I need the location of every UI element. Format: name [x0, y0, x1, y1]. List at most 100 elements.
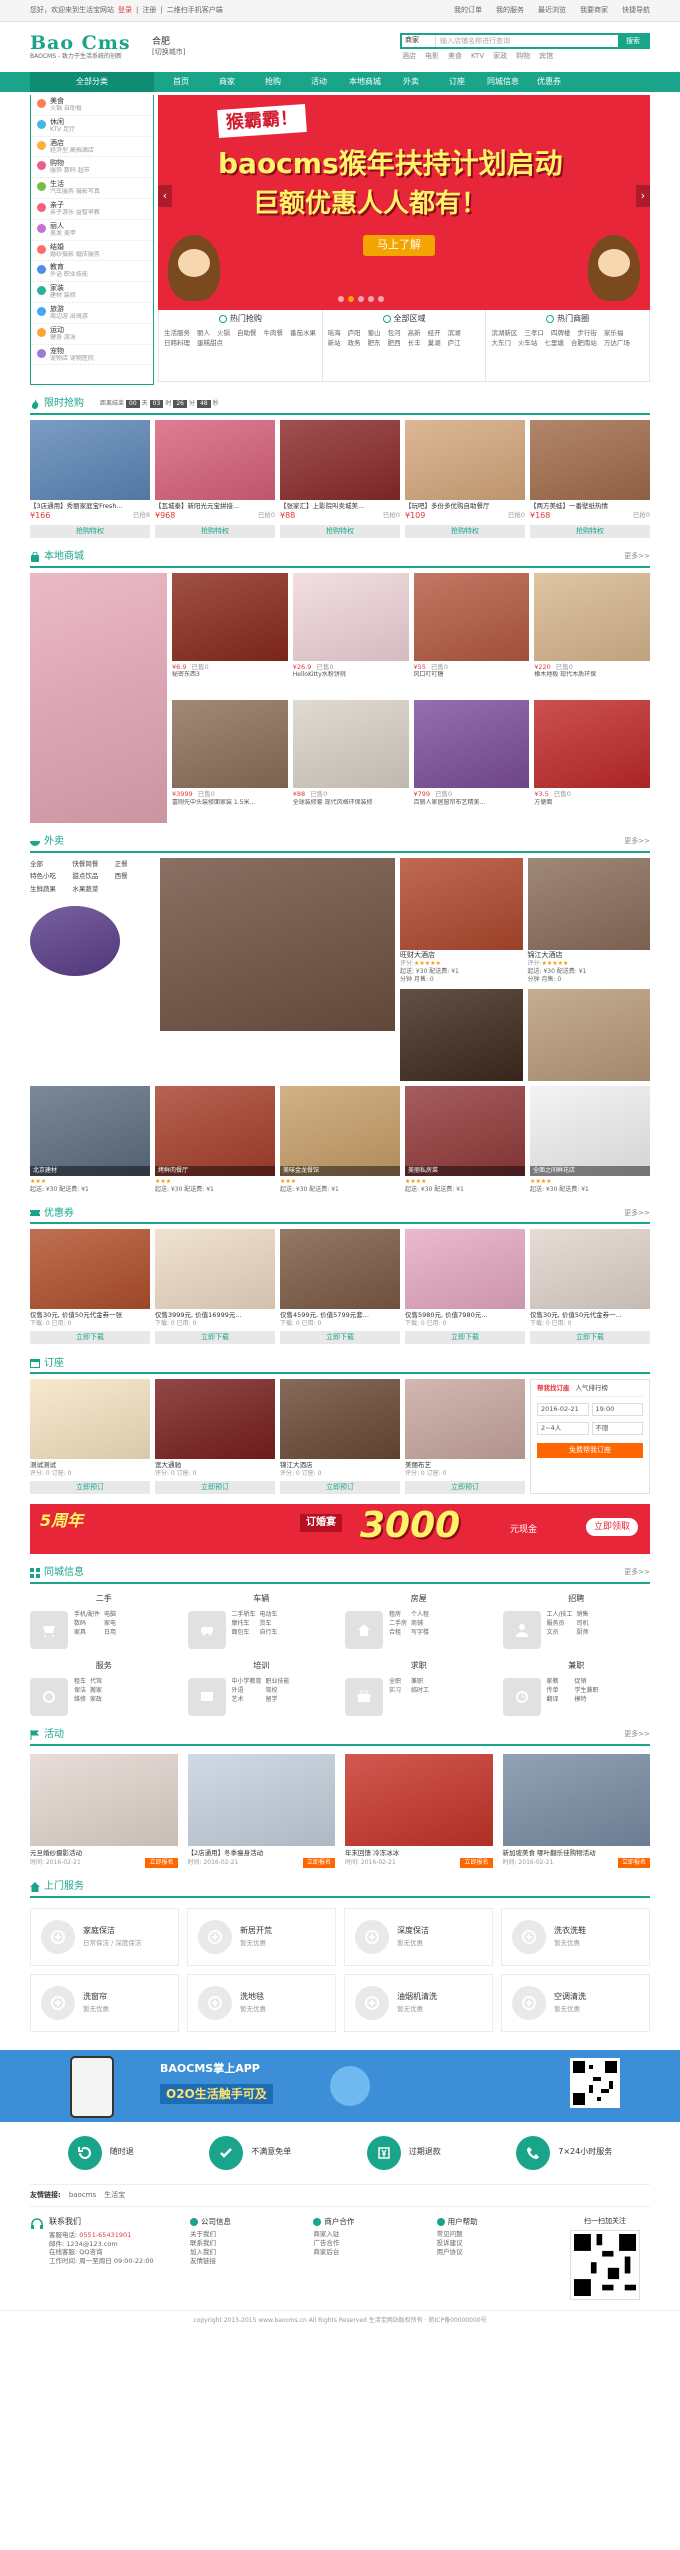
banner-dot[interactable] [358, 296, 364, 302]
classified-group-title[interactable]: 服务 [30, 1661, 178, 1672]
classified-link[interactable]: 学生兼职 [575, 1687, 599, 1695]
category-item[interactable]: 亲子 亲子游乐 益智早教 [31, 199, 153, 220]
classified-link[interactable]: 二手轿车 [232, 1611, 256, 1619]
classified-link[interactable]: 家具 [74, 1629, 100, 1637]
flash-sale-card[interactable]: 【瓦城泰】新阳光元宝拼接... ¥968 已抢0 抢购特权 [155, 420, 275, 538]
quick-link[interactable]: 生活服务 [164, 329, 190, 338]
classified-link[interactable]: 家政 [90, 1696, 102, 1704]
classified-link[interactable]: 厨师 [577, 1629, 603, 1637]
mall-product-card[interactable]: ¥3999 已售0 富刚先中头装修面家装 1.5米... [172, 700, 288, 823]
classified-link[interactable]: 工人/技工 [547, 1611, 573, 1619]
home-service-card[interactable]: 空调清洗 暂无优惠 [501, 1973, 650, 2032]
takeaway-shop-image[interactable] [527, 857, 650, 950]
classified-group-title[interactable]: 二手 [30, 1594, 178, 1605]
takeaway-category-link[interactable]: 快餐简餐 [72, 860, 112, 869]
classified-link[interactable]: 摩托车 [232, 1620, 256, 1628]
home-service-card[interactable]: 洗衣洗鞋 暂无优惠 [501, 1907, 650, 1966]
mall-product-card[interactable]: ¥88 已售0 全球装修套 现代风格环保装修 [292, 700, 409, 823]
quick-link[interactable]: 经开 [428, 329, 441, 338]
footer-link[interactable]: 商家入驻 [313, 2230, 436, 2239]
hot-word[interactable]: 宾馆 [539, 52, 553, 61]
coupon-image[interactable] [530, 1229, 650, 1310]
quick-link[interactable]: 滨湖 [448, 329, 461, 338]
coupon-card[interactable]: 仅售4599元, 价值5799元套... 下载: 0 已用: 0 立即下载 [280, 1229, 400, 1345]
classified-link[interactable]: 文员 [547, 1629, 573, 1637]
quick-link[interactable]: 火锅 [217, 329, 230, 338]
takeaway-category-link[interactable]: 甜点饮品 [72, 872, 112, 881]
booking-reserve-button[interactable]: 立即预订 [405, 1481, 525, 1495]
classified-group-title[interactable]: 培训 [188, 1661, 336, 1672]
search-input[interactable]: 输入店铺名称进行查询 [436, 35, 618, 47]
mall-product-image[interactable] [413, 572, 530, 661]
coupon-download-button[interactable]: 立即下载 [30, 1331, 150, 1345]
classified-link[interactable]: 临时工 [411, 1687, 429, 1695]
classified-link[interactable]: 数码 [74, 1620, 100, 1628]
coupon-card[interactable]: 仅售3999元, 价值16999元... 下载: 0 已用: 0 立即下载 [155, 1229, 275, 1345]
category-item[interactable]: 丽人 美发 美甲 [31, 220, 153, 241]
activity-signup-button[interactable]: 立即报名 [302, 1857, 335, 1868]
takeaway-category-link[interactable]: 特色小吃 [30, 872, 70, 881]
classified-link[interactable]: 职业技能 [266, 1678, 296, 1686]
classified-link[interactable]: 全职 [389, 1678, 407, 1686]
mobile-link[interactable]: 二维扫手机客户端 [167, 6, 223, 15]
classified-link[interactable]: 驾校 [266, 1687, 296, 1695]
banner-prev-arrow-icon[interactable]: ‹ [158, 185, 172, 207]
classified-link[interactable]: 留学 [266, 1696, 296, 1704]
classified-link[interactable]: 艺术 [232, 1696, 262, 1704]
hot-word[interactable]: 家政 [493, 52, 507, 61]
coupon-download-button[interactable]: 立即下载 [280, 1331, 400, 1345]
classified-link[interactable]: 手机/配件 [74, 1611, 100, 1619]
hot-word[interactable]: 美食 [448, 52, 462, 61]
flash-sale-buy-button[interactable]: 抢购特权 [280, 524, 400, 538]
quick-link[interactable]: 步行街 [577, 329, 597, 338]
flash-sale-buy-button[interactable]: 抢购特权 [405, 524, 525, 538]
flash-sale-buy-button[interactable]: 抢购特权 [530, 524, 650, 538]
takeaway-shop-card[interactable] [400, 989, 523, 1082]
hot-word[interactable]: 购物 [516, 52, 530, 61]
takeaway-shop-image[interactable]: 美味金龙餐馆 [280, 1086, 400, 1177]
quick-link[interactable]: 长丰 [408, 339, 421, 348]
coupon-download-button[interactable]: 立即下载 [155, 1331, 275, 1345]
footer-link[interactable]: 联系我们 [190, 2239, 313, 2248]
login-link[interactable]: 登录 [118, 6, 132, 15]
quick-link[interactable]: 牛肉餐 [264, 329, 284, 338]
mall-product-image[interactable] [172, 700, 288, 789]
takeaway-shop-card[interactable]: 锦江大酒店 评分:★★★★★ 起送: ¥30 配送费: ¥1 分钟 月售: 0 [527, 857, 650, 985]
footer-link[interactable]: 加入我们 [190, 2248, 313, 2257]
flash-sale-card[interactable]: 【玩吧】多份多优购自助餐厅 ¥109 已抢0 抢购特权 [405, 420, 525, 538]
time-field[interactable]: 19:00 [591, 1403, 643, 1417]
quick-link[interactable]: 大东门 [491, 339, 511, 348]
quick-link[interactable]: 火车站 [518, 339, 538, 348]
quick-link[interactable]: 蛋糕甜点 [197, 339, 223, 348]
people-select[interactable]: 2~4人 [537, 1422, 589, 1436]
quick-link[interactable]: 包河 [388, 329, 401, 338]
takeaway-promo-badge[interactable] [30, 905, 120, 976]
main-banner[interactable]: 猴霸霸！ baocms猴年扶持计划启动 巨额优惠人人都有！ 马上了解 ‹ › [158, 95, 650, 310]
coupon-card[interactable]: 仅售30元, 价值50元代金券一张 下载: 0 已用: 0 立即下载 [30, 1229, 150, 1345]
classified-link[interactable]: 中小学教育 [232, 1678, 262, 1686]
activities-more-link[interactable]: 更多>> [624, 1730, 650, 1739]
activity-image[interactable] [345, 1753, 493, 1846]
takeaway-shop-card[interactable] [527, 989, 650, 1082]
category-item[interactable]: 生活 汽车服务 摄影写真 [31, 178, 153, 199]
my-orders-link[interactable]: 我的订单 [454, 6, 482, 15]
classified-link[interactable]: 租房 [389, 1611, 407, 1619]
classified-more-link[interactable]: 更多>> [624, 1568, 650, 1577]
local-mall-featured-image[interactable] [30, 572, 167, 823]
mall-product-card[interactable]: ¥55 已售0 风口叮叮糖 [413, 572, 530, 696]
friend-link[interactable]: 生活宝 [104, 2191, 125, 2200]
classified-link[interactable]: 保洁 [74, 1687, 86, 1695]
classified-link[interactable]: 翻译 [547, 1696, 571, 1704]
takeaway-shop-card[interactable]: 烤鲜肉餐厅 ★★★ 起送: ¥30 配送费: ¥1 [155, 1086, 275, 1194]
register-link[interactable]: 注册 [142, 6, 156, 15]
footer-link[interactable]: 关于我们 [190, 2230, 313, 2239]
search-button[interactable]: 搜索 [618, 34, 648, 47]
classified-link[interactable]: 合租 [389, 1629, 407, 1637]
local-mall-more-link[interactable]: 更多>> [624, 552, 650, 561]
classified-link[interactable]: 传单 [547, 1687, 571, 1695]
quick-link[interactable]: 万达广场 [604, 339, 630, 348]
banner-dot[interactable] [378, 296, 384, 302]
hot-word[interactable]: KTV [471, 52, 484, 61]
mall-product-card[interactable]: ¥26.9 已售0 HelloKitty水粉饼桃 [292, 572, 409, 696]
flash-sale-buy-button[interactable]: 抢购特权 [155, 524, 275, 538]
